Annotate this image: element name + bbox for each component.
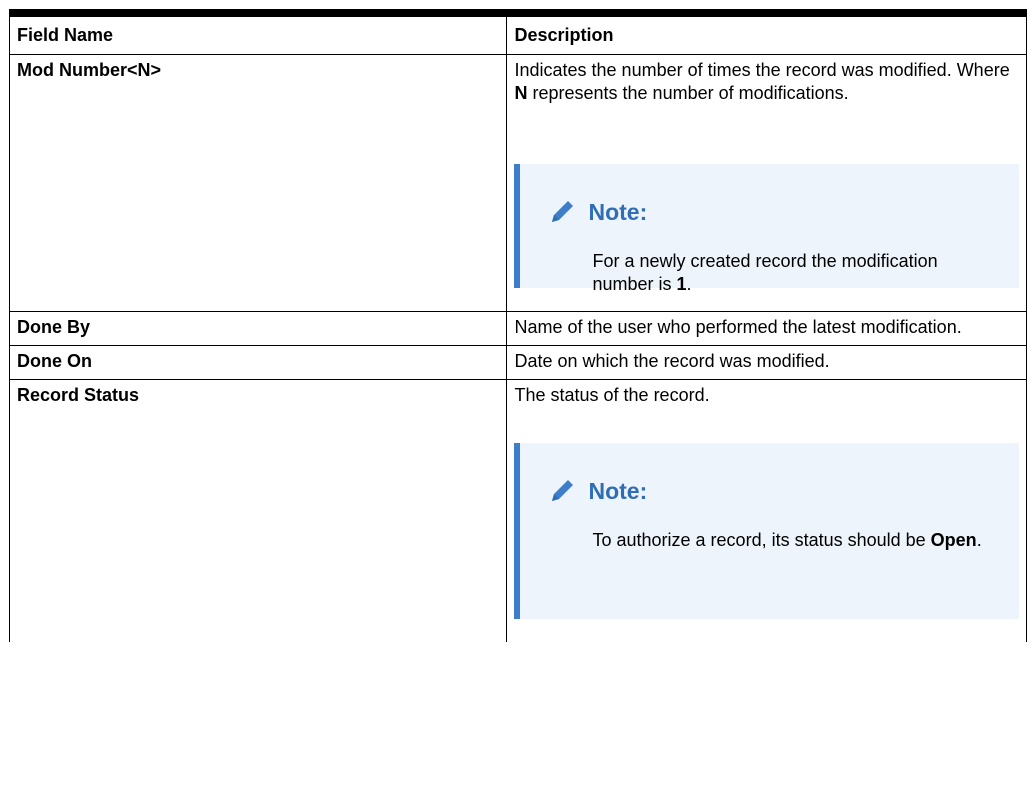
note-header: Note:: [546, 475, 999, 507]
table-row: Done By Name of the user who performed t…: [8, 311, 1027, 346]
header-description: Description: [506, 9, 1027, 55]
note-body: For a newly created record the modificat…: [546, 250, 999, 296]
note-body: To authorize a record, its status should…: [546, 529, 999, 552]
field-name-cell: Mod Number<N>: [8, 54, 508, 312]
field-name-cell: Done On: [8, 345, 508, 380]
description-cell: Name of the user who performed the lates…: [506, 311, 1027, 346]
note-body-text: .: [686, 274, 692, 294]
table-header-row: Field Name Description: [8, 9, 1027, 55]
note-body-text: .: [976, 530, 982, 550]
description-text-part: represents the number of modifications.: [527, 83, 849, 103]
note-header: Note:: [546, 196, 999, 228]
description-cell: The status of the record. Note: To autho…: [506, 379, 1027, 642]
fields-table: Field Name Description Mod Number<N> Ind…: [8, 9, 1027, 642]
description-cell: Indicates the number of times the record…: [506, 54, 1027, 312]
note-box: Note: For a newly created record the mod…: [514, 164, 1019, 294]
note-body-emphasis: Open: [930, 530, 977, 550]
field-name-cell: Done By: [8, 311, 508, 346]
pencil-icon: [546, 475, 578, 507]
description-text-part: Indicates the number of times the record…: [514, 60, 1010, 80]
header-field-name: Field Name: [8, 9, 508, 55]
table-row: Done On Date on which the record was mod…: [8, 345, 1027, 380]
description-cell: Date on which the record was modified.: [506, 345, 1027, 380]
note-box: Note: To authorize a record, its status …: [514, 443, 1019, 619]
description-text: Indicates the number of times the record…: [514, 59, 1019, 128]
table-row: Mod Number<N> Indicates the number of ti…: [8, 54, 1027, 312]
field-name-cell: Record Status: [8, 379, 508, 642]
note-title: Note:: [588, 199, 648, 225]
note-body-text: For a newly created record the modificat…: [592, 251, 938, 294]
note-body-text: To authorize a record, its status should…: [592, 530, 931, 550]
note-title: Note:: [588, 478, 648, 504]
description-emphasis: N: [514, 83, 528, 103]
note-body-emphasis: 1: [676, 274, 687, 294]
description-text: The status of the record.: [514, 385, 710, 405]
table-row: Record Status The status of the record. …: [8, 379, 1027, 642]
pencil-icon: [546, 196, 578, 228]
